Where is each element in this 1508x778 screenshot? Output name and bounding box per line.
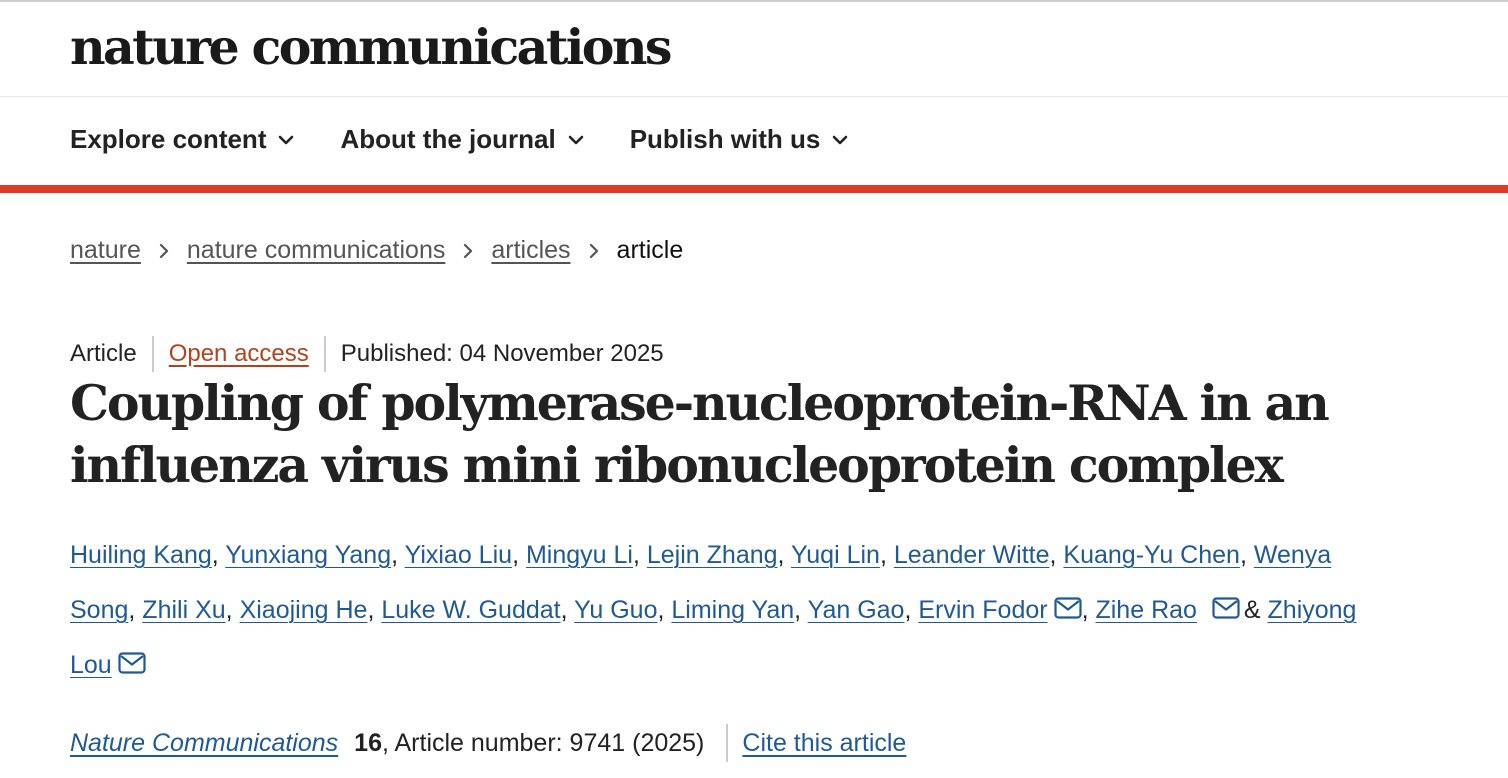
email-icon[interactable] bbox=[1212, 597, 1240, 619]
chevron-right-icon bbox=[159, 243, 169, 259]
published-date: Published: 04 November 2025 bbox=[340, 340, 664, 367]
citation-line: Nature Communications 16 , Article numbe… bbox=[70, 724, 906, 762]
author-link[interactable]: Liming Yan bbox=[671, 596, 794, 624]
divider bbox=[726, 724, 729, 762]
author-link[interactable]: Zihe Rao bbox=[1095, 596, 1196, 624]
nav-publish-with-us[interactable]: Publish with us bbox=[630, 124, 849, 155]
article-type: Article bbox=[70, 340, 137, 367]
author-link[interactable]: Lejin Zhang bbox=[647, 541, 778, 569]
author-link[interactable]: Mingyu Li bbox=[526, 541, 633, 569]
volume-number: 16 bbox=[354, 728, 382, 757]
divider bbox=[323, 336, 326, 372]
breadcrumb: nature nature communications articles ar… bbox=[70, 236, 683, 265]
breadcrumb-link-articles[interactable]: articles bbox=[491, 236, 570, 265]
author-link[interactable]: Yuqi Lin bbox=[791, 541, 880, 569]
article-meta: Article Open access Published: 04 Novemb… bbox=[70, 336, 664, 372]
breadcrumb-link-nature[interactable]: nature bbox=[70, 236, 141, 265]
author-link[interactable]: Kuang-Yu Chen bbox=[1063, 541, 1240, 569]
nav-about-the-journal[interactable]: About the journal bbox=[340, 124, 583, 155]
email-icon[interactable] bbox=[118, 652, 146, 674]
chevron-down-icon bbox=[832, 135, 848, 145]
author-link[interactable]: Huiling Kang bbox=[70, 541, 212, 569]
journal-logo[interactable]: nature communications bbox=[70, 22, 672, 72]
cite-this-article-link[interactable]: Cite this article bbox=[742, 729, 906, 758]
author-link[interactable]: Zhili Xu bbox=[142, 596, 225, 624]
author-link[interactable]: Luke W. Guddat bbox=[381, 596, 560, 624]
breadcrumb-current: article bbox=[616, 236, 684, 264]
author-link[interactable]: Ervin Fodor bbox=[918, 596, 1047, 624]
chevron-right-icon bbox=[589, 243, 599, 259]
journal-link[interactable]: Nature Communications bbox=[70, 729, 338, 758]
chevron-down-icon bbox=[568, 135, 584, 145]
nav-label: Explore content bbox=[70, 124, 267, 154]
breadcrumb-link-nature-communications[interactable]: nature communications bbox=[187, 236, 445, 265]
author-list: Huiling Kang, Yunxiang Yang, Yixiao Liu,… bbox=[70, 541, 1357, 679]
masthead: nature communications bbox=[0, 2, 1508, 97]
main-nav: Explore content About the journal Publis… bbox=[0, 97, 1508, 193]
nav-label: About the journal bbox=[340, 124, 556, 154]
author-link[interactable]: Leander Witte bbox=[894, 541, 1050, 569]
email-icon[interactable] bbox=[1053, 597, 1082, 619]
author-link[interactable]: Yunxiang Yang bbox=[225, 541, 391, 569]
author-link[interactable]: Yixiao Liu bbox=[405, 541, 512, 569]
chevron-right-icon bbox=[463, 243, 473, 259]
author-link[interactable]: Xiaojing He bbox=[240, 596, 368, 624]
author-link[interactable]: Yan Gao bbox=[808, 596, 905, 624]
article-title: Coupling of polymerase-nucleoprotein-RNA… bbox=[70, 374, 1330, 494]
nav-explore-content[interactable]: Explore content bbox=[70, 124, 294, 155]
article-number: , Article number: 9741 (2025) bbox=[381, 728, 705, 757]
nav-label: Publish with us bbox=[629, 124, 821, 154]
divider bbox=[151, 336, 154, 372]
author-link[interactable]: Yu Guo bbox=[574, 596, 657, 624]
author-conjunction: & bbox=[1243, 596, 1268, 624]
open-access-link[interactable]: Open access bbox=[169, 340, 309, 368]
chevron-down-icon bbox=[278, 135, 294, 145]
